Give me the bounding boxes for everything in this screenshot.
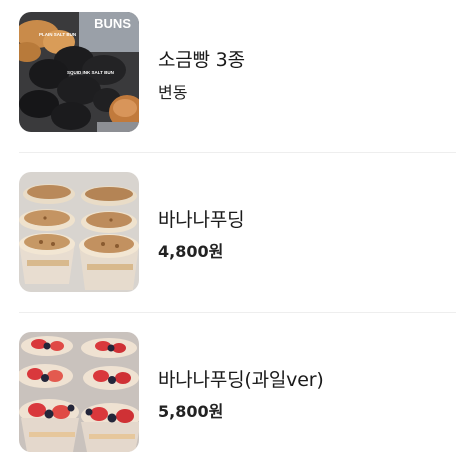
menu-list: BUNS PLAIN SALT BUN SQUID INK SALT BUN 소… [0,0,466,464]
menu-item-name: 소금빵 3종 [158,49,245,71]
menu-item-salt-bread[interactable]: BUNS PLAIN SALT BUN SQUID INK SALT BUN 소… [0,0,466,140]
fruit-banana-pudding-photo [19,332,139,452]
divider [19,152,456,153]
bun-overlay-title: BUNS [94,16,131,31]
menu-item-price: 5,800원 [158,402,224,421]
salt-bread-photo: BUNS PLAIN SALT BUN SQUID INK SALT BUN [19,12,139,132]
menu-item-price: 4,800원 [158,242,224,261]
bun-overlay-label-plain: PLAIN SALT BUN [39,32,76,37]
menu-item-banana-pudding[interactable]: 바나나푸딩 4,800원 [0,160,466,300]
menu-item-name: 바나나푸딩(과일ver) [158,369,324,391]
menu-item-price: 변동 [158,83,188,102]
divider [19,312,456,313]
bun-overlay-label-squid: SQUID INK SALT BUN [67,70,114,75]
banana-pudding-photo [19,172,139,292]
menu-item-name: 바나나푸딩 [158,209,245,231]
menu-item-fruit-banana-pudding[interactable]: 바나나푸딩(과일ver) 5,800원 [0,320,466,460]
